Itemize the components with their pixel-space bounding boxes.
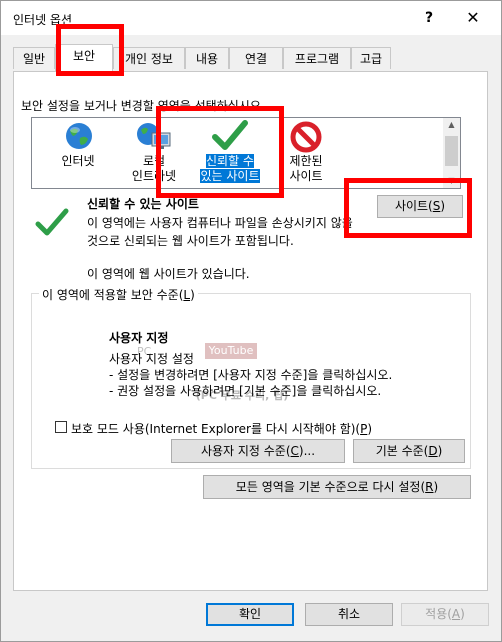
zone-list: 인터넷 로컬 인트라넷 신뢰할 수 있는 사이트 제한된 사이트 — [31, 117, 461, 189]
zone-sites-note: 이 영역에 웹 사이트가 있습니다. — [87, 267, 250, 281]
custom-line: 사용자 지정 설정 — [109, 352, 194, 366]
protected-mode-label[interactable]: 보호 모드 사용(Internet Explorer를 다시 시작해야 함)(P… — [71, 420, 372, 437]
legend-text: 이 영역에 적용할 보안 수준( — [42, 288, 184, 302]
tab-connections[interactable]: 연결 — [229, 47, 283, 69]
selected-zone-check-icon — [35, 208, 69, 236]
tab-security[interactable]: 보안 — [55, 44, 113, 71]
restricted-icon — [290, 121, 322, 153]
internet-options-dialog: 인터넷 옵션 ? ✕ 일반 보안 개인 정보 내용 연결 프로그램 고급 보안 … — [0, 0, 502, 642]
default-level-button[interactable]: 기본 수준(D) — [353, 439, 465, 463]
zone-list-scrollbar[interactable]: ▲ ▼ — [443, 118, 460, 188]
tab-general[interactable]: 일반 — [13, 47, 55, 69]
zone-trusted-sites[interactable]: 신뢰할 수 있는 사이트 — [192, 118, 268, 188]
security-level-legend: 이 영역에 적용할 보안 수준(L) — [39, 286, 198, 303]
help-button[interactable]: ? — [419, 7, 439, 29]
zone-label-line1: 신뢰할 수 — [206, 154, 254, 168]
custom-level-title: 사용자 지정 — [109, 331, 169, 345]
sites-button[interactable]: 사이트(S) — [377, 195, 463, 218]
button-label: 사용자 지정 수준( — [200, 444, 291, 458]
protected-mode-checkbox[interactable] — [55, 421, 67, 433]
button-label: 기본 수준( — [375, 444, 429, 458]
zone-select-prompt: 보안 설정을 보거나 변경할 영역을 선택하십시오. — [21, 99, 265, 113]
accelerator-key: D — [428, 444, 438, 458]
selected-zone-description: 이 영역에는 사용자 컴퓨터나 파일을 손상시키지 않을 것으로 신뢰되는 웹 … — [87, 216, 353, 248]
scroll-down-icon[interactable]: ▼ — [443, 174, 460, 188]
custom-line: - 설정을 변경하려면 [사용자 지정 수준]을 클릭하십시오. — [109, 368, 393, 382]
accelerator-key: R — [425, 480, 434, 494]
button-label-tail: ) — [460, 607, 465, 621]
zone-label-line2: 사이트 — [289, 169, 323, 183]
tab-advanced[interactable]: 고급 — [351, 47, 391, 69]
zone-label-line2: 있는 사이트 — [200, 169, 260, 183]
selected-zone-title: 신뢰할 수 있는 사이트 — [87, 197, 199, 211]
custom-line: - 권장 설정을 사용하려면 [기본 수준]을 클릭하십시오. — [109, 384, 382, 398]
intranet-icon — [137, 123, 171, 149]
button-label-tail: ) — [433, 480, 439, 494]
globe-icon — [66, 123, 92, 149]
button-label: 사이트( — [394, 199, 433, 213]
zone-label-line1: 인터넷 — [61, 154, 95, 168]
custom-level-button[interactable]: 사용자 지정 수준(C)... — [171, 439, 345, 463]
scroll-up-icon[interactable]: ▲ — [443, 118, 460, 132]
button-label: 적용( — [425, 607, 452, 621]
scroll-thumb[interactable] — [445, 136, 458, 166]
zone-internet[interactable]: 인터넷 — [40, 118, 116, 188]
reset-all-zones-button[interactable]: 모든 영역을 기본 수준으로 다시 설정(R) — [203, 475, 471, 499]
checkbox-label-tail: ) — [367, 422, 373, 436]
tab-content[interactable]: 내용 — [185, 47, 229, 69]
zone-label-line1: 제한된 — [289, 154, 323, 168]
window-title: 인터넷 옵션 — [13, 13, 73, 27]
apply-button[interactable]: 적용(A) — [401, 603, 489, 626]
title-bar: 인터넷 옵션 ? ✕ — [1, 1, 501, 35]
tab-programs[interactable]: 프로그램 — [283, 47, 351, 69]
button-label-tail: ) — [440, 199, 446, 213]
accelerator-key: C — [290, 444, 299, 458]
zone-local-intranet[interactable]: 로컬 인트라넷 — [116, 118, 192, 188]
cancel-button[interactable]: 취소 — [305, 603, 393, 626]
button-label-tail: ) — [437, 444, 443, 458]
accelerator-key: A — [451, 607, 461, 621]
check-icon — [212, 120, 248, 150]
tab-privacy[interactable]: 개인 정보 — [113, 47, 185, 69]
ok-button[interactable]: 확인 — [206, 603, 294, 626]
zone-label-line2: 인트라넷 — [131, 169, 177, 183]
zone-label-line1: 로컬 — [142, 154, 166, 168]
button-label: 모든 영역을 기본 수준으로 다시 설정( — [235, 480, 426, 494]
custom-level-description: 사용자 지정 설정 - 설정을 변경하려면 [사용자 지정 수준]을 클릭하십시… — [109, 351, 392, 399]
checkbox-label-text: 보호 모드 사용(Internet Explorer를 다시 시작해야 함)( — [71, 422, 361, 436]
close-button[interactable]: ✕ — [461, 7, 485, 29]
zone-restricted-sites[interactable]: 제한된 사이트 — [268, 118, 344, 188]
legend-tail: ) — [190, 288, 195, 302]
button-label-tail: )... — [298, 444, 316, 458]
